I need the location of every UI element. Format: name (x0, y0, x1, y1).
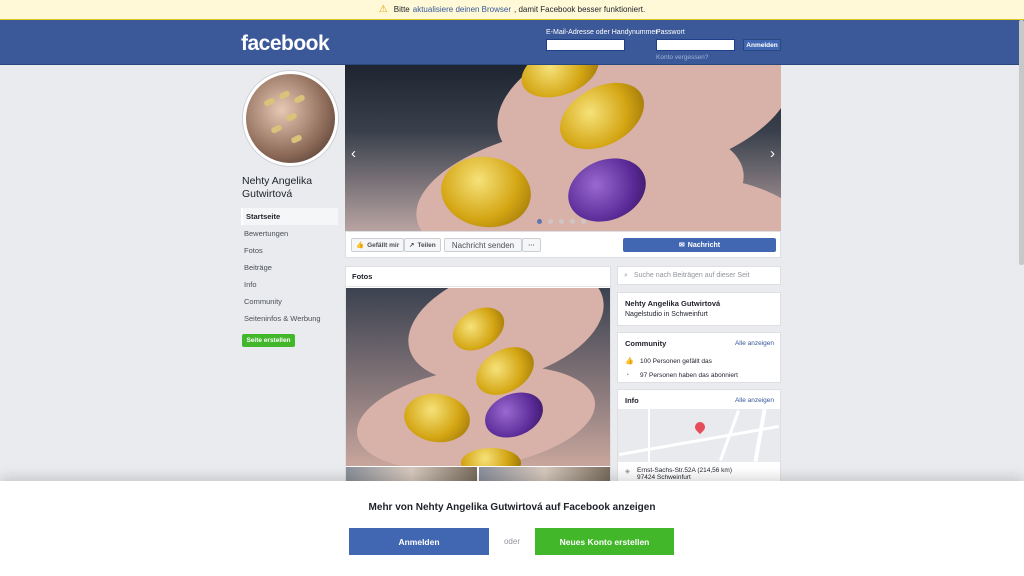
banner-text-after: , damit Facebook besser funktioniert. (514, 5, 646, 14)
update-browser-link[interactable]: aktualisiere deinen Browser (413, 5, 511, 14)
overlay-login-button[interactable]: Anmelden (349, 528, 489, 555)
pagination-dot[interactable] (570, 219, 575, 224)
like-button[interactable]: 👍 Gefällt mir (351, 238, 405, 252)
share-icon: ↗ (409, 242, 415, 249)
followers-count: 97 Personen haben das abonniert (640, 371, 738, 379)
nav-beitraege[interactable]: Beiträge (241, 259, 338, 276)
send-message-button[interactable]: Nachricht senden (444, 238, 522, 252)
password-input[interactable] (656, 39, 735, 51)
page-search[interactable]: ⌕ Suche nach Beiträgen auf dieser Seit (617, 266, 781, 285)
message-button[interactable]: ✉ Nachricht (623, 238, 776, 252)
likes-row: 👍 100 Personen gefällt das (618, 354, 780, 368)
messenger-icon: ✉ (678, 242, 685, 249)
warning-icon: ⚠ (378, 4, 388, 15)
facebook-logo[interactable]: facebook (241, 32, 330, 56)
create-account-button[interactable]: Neues Konto erstellen (535, 528, 674, 555)
cover-prev-arrow[interactable]: ‹ (351, 145, 356, 162)
share-button[interactable]: ↗ Teilen (404, 238, 441, 252)
nav-community[interactable]: Community (241, 293, 338, 310)
message-label: Nachricht (687, 241, 721, 249)
nav-bewertungen[interactable]: Bewertungen (241, 225, 338, 242)
nav-startseite[interactable]: Startseite (241, 208, 338, 225)
info-title: Info (625, 396, 639, 405)
browser-warning-banner: ⚠ Bitte aktualisiere deinen Browser , da… (0, 0, 1024, 20)
thumbs-up-icon: 👍 (356, 242, 365, 249)
forgot-account-link[interactable]: Konto vergessen? (656, 54, 708, 61)
cover-photo[interactable]: ‹ › (345, 65, 781, 231)
about-category[interactable]: Nagelstudio in Schweinfurt (625, 311, 773, 318)
featured-photo[interactable] (346, 288, 610, 466)
page-action-bar: 👍 Gefällt mir ↗ Teilen Nachricht senden … (345, 231, 781, 258)
address-row: ◈ Ernst-Sachs-Str.52A (214,56 km) 97424 … (625, 467, 732, 481)
pagination-dot[interactable] (559, 219, 564, 224)
info-see-all-link[interactable]: Alle anzeigen (735, 397, 774, 404)
email-input[interactable] (546, 39, 625, 51)
about-page-name[interactable]: Nehty Angelika Gutwirtová (625, 299, 773, 308)
share-label: Teilen (417, 241, 436, 249)
pagination-dot[interactable] (537, 219, 542, 224)
address-line-2[interactable]: 97424 Schweinfurt (637, 474, 732, 481)
nav-fotos[interactable]: Fotos (241, 242, 338, 259)
banner-text-before: Bitte (393, 5, 410, 14)
pagination-dot[interactable] (548, 219, 553, 224)
pagination-dot[interactable] (581, 219, 586, 224)
login-prompt-overlay: Mehr von Nehty Angelika Gutwirtová auf F… (0, 481, 1024, 576)
cover-next-arrow[interactable]: › (770, 145, 775, 162)
photos-title[interactable]: Fotos (346, 267, 610, 287)
nav-info[interactable]: Info (241, 276, 338, 293)
overlay-or-text: oder (503, 537, 520, 546)
community-see-all-link[interactable]: Alle anzeigen (735, 340, 774, 347)
address-line-1[interactable]: Ernst-Sachs-Str.52A (214,56 km) (637, 467, 732, 474)
email-label: E-Mail-Adresse oder Handynummer (546, 29, 658, 36)
followers-row: ◔ 97 Personen haben das abonniert (618, 368, 780, 382)
nav-seiteninfos-werbung[interactable]: Seiteninfos & Werbung (241, 310, 338, 327)
page-nav: Startseite Bewertungen Fotos Beiträge In… (241, 208, 338, 327)
info-card: Info Alle anzeigen ◈ Ernst-Sachs-Str.52A… (617, 389, 781, 489)
about-card: Nehty Angelika Gutwirtová Nagelstudio in… (617, 292, 781, 326)
cover-pagination[interactable] (537, 219, 586, 224)
community-title: Community (625, 339, 667, 348)
more-options-button[interactable]: ··· (522, 238, 541, 252)
rss-icon: ◔ (625, 371, 630, 379)
top-header: facebook E-Mail-Adresse oder Handynummer… (0, 20, 1024, 65)
map-pin-icon (692, 419, 708, 435)
community-card: Community Alle anzeigen 👍 100 Personen g… (617, 332, 781, 383)
login-button[interactable]: Anmelden (743, 39, 781, 51)
page-name: Nehty Angelika Gutwirtová (242, 175, 313, 200)
scrollbar[interactable] (1019, 20, 1024, 265)
search-input[interactable]: Suche nach Beiträgen auf dieser Seit (634, 272, 750, 279)
thumbs-up-icon: 👍 (625, 358, 634, 365)
location-map[interactable] (618, 409, 780, 462)
overlay-title: Mehr von Nehty Angelika Gutwirtová auf F… (368, 502, 656, 513)
like-label: Gefällt mir (367, 241, 400, 249)
profile-picture[interactable] (243, 71, 338, 166)
create-page-button[interactable]: Seite erstellen (242, 334, 295, 347)
directions-icon: ◈ (625, 468, 630, 475)
password-label: Passwort (656, 29, 685, 36)
search-icon: ⌕ (624, 271, 628, 279)
likes-count: 100 Personen gefällt das (640, 357, 712, 365)
